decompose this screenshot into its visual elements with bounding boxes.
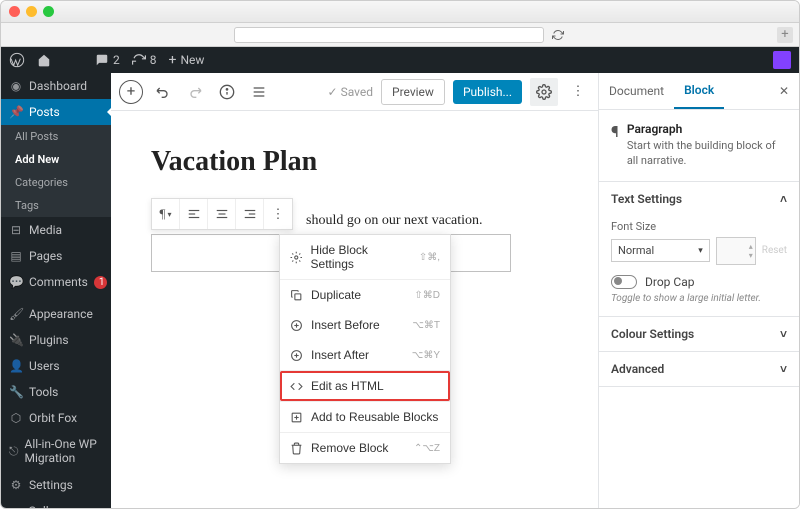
menu-comments[interactable]: 💬Comments1 [1,269,111,295]
adminbar-comments-count: 2 [113,53,120,67]
menu-users[interactable]: 👤Users [1,353,111,379]
pages-icon: ▤ [9,249,23,263]
dd-reusable[interactable]: Add to Reusable Blocks [280,402,450,432]
plug-icon: 🔌 [9,333,23,347]
block-desc-label: Start with the building block of all nar… [627,138,787,169]
menu-plugins[interactable]: 🔌Plugins [1,327,111,353]
wrench-icon: 🔧 [9,385,23,399]
menu-settings[interactable]: ⚙Settings [1,472,111,498]
block-options-dropdown: Hide Block Settings⇧⌘, Duplicate⇧⌘D Inse… [279,234,451,464]
tab-block[interactable]: Block [674,73,724,109]
dd-duplicate[interactable]: Duplicate⇧⌘D [280,280,450,310]
home-icon[interactable] [37,53,51,67]
font-size-select[interactable]: Normal▾ [611,239,710,262]
menu-dashboard-label: Dashboard [29,79,87,93]
adminbar-updates[interactable]: 8 [132,53,157,67]
menu-posts-label: Posts [29,105,60,119]
user-avatar[interactable] [773,51,791,69]
chevron-down-icon: ˅ [780,327,787,341]
media-icon: ⊟ [9,223,23,237]
drop-cap-toggle[interactable] [611,275,637,289]
saved-indicator: ✓ Saved [328,85,374,99]
mac-titlebar [1,1,799,23]
chevron-down-icon: ▾ [698,246,703,256]
close-window-button[interactable] [9,6,20,17]
section-text-settings[interactable]: Text Settings˄ [599,182,799,216]
settings-sidebar: Document Block ✕ ¶ Paragraph Start with … [599,73,799,508]
url-bar[interactable] [234,27,544,43]
submenu-categories[interactable]: Categories [1,171,111,194]
menu-dashboard[interactable]: ◉ Dashboard [1,73,111,99]
more-menu-button[interactable]: ⋮ [566,80,590,104]
settings-toggle-button[interactable] [530,78,558,106]
comments-badge: 1 [94,276,107,289]
font-size-number[interactable]: ▴▾ [716,237,756,265]
block-name-label: Paragraph [627,122,787,136]
users-icon: 👤 [9,359,23,373]
dd-hide-settings[interactable]: Hide Block Settings⇧⌘, [280,235,450,279]
info-button[interactable] [215,80,239,104]
sliders-icon: ⚙ [9,478,23,492]
menu-media[interactable]: ⊟Media [1,217,111,243]
menu-appearance[interactable]: 🖌Appearance [1,301,111,327]
reset-button[interactable]: Reset [762,245,787,256]
align-center-button[interactable] [208,199,236,229]
fox-icon: ⬡ [9,411,23,425]
menu-posts[interactable]: 📌 Posts [1,99,111,125]
new-tab-button[interactable]: + [777,27,793,43]
redo-button[interactable] [183,80,207,104]
migration-icon: ⎋ [9,444,19,459]
editor-canvas[interactable]: Vacation Plan ¶ ▾ ⋮ should go on our nex… [111,111,598,508]
admin-sidebar: ◉ Dashboard 📌 Posts All Posts Add New Cate… [1,73,111,508]
menu-tools[interactable]: 🔧Tools [1,379,111,405]
menu-migration[interactable]: ⎋All-in-One WP Migration [1,431,111,472]
refresh-icon[interactable] [550,27,566,43]
pin-icon: 📌 [9,105,23,119]
wp-logo-icon[interactable] [9,52,25,68]
adminbar-new-label: New [180,53,204,67]
block-toolbar: ¶ ▾ ⋮ [151,198,293,230]
align-right-button[interactable] [236,199,264,229]
block-more-button[interactable]: ⋮ [264,199,292,229]
paragraph-icon: ¶ [611,122,619,169]
undo-button[interactable] [151,80,175,104]
wp-admin-bar: 2 8 + New [1,47,799,73]
dd-insert-after[interactable]: Insert After⌥⌘Y [280,340,450,370]
drop-cap-hint: Toggle to show a large initial letter. [611,293,787,304]
menu-orbit-fox[interactable]: ⬡Orbit Fox [1,405,111,431]
chevron-up-icon: ˄ [780,192,787,206]
publish-button[interactable]: Publish... [453,80,522,104]
minimize-window-button[interactable] [26,6,37,17]
maximize-window-button[interactable] [43,6,54,17]
chevron-down-icon: ˅ [780,362,787,376]
add-block-button[interactable]: + [119,80,143,104]
preview-button[interactable]: Preview [381,79,445,105]
menu-collapse[interactable]: ◀Collapse menu [1,498,111,508]
close-panel-button[interactable]: ✕ [769,76,799,106]
comments-icon: 💬 [9,275,23,289]
outline-button[interactable] [247,80,271,104]
menu-pages[interactable]: ▤Pages [1,243,111,269]
font-size-label: Font Size [611,220,787,233]
dd-insert-before[interactable]: Insert Before⌥⌘T [280,310,450,340]
dd-remove[interactable]: Remove Block⌃⌥Z [280,433,450,463]
dashboard-icon: ◉ [9,79,23,93]
submenu-add-new[interactable]: Add New [1,148,111,171]
submenu-all-posts[interactable]: All Posts [1,125,111,148]
browser-toolbar: + [1,23,799,47]
adminbar-new[interactable]: + New [169,52,205,68]
tab-document[interactable]: Document [599,74,674,108]
dd-edit-html[interactable]: Edit as HTML [280,371,450,401]
align-left-button[interactable] [180,199,208,229]
section-advanced[interactable]: Advanced˅ [599,352,799,386]
adminbar-comments[interactable]: 2 [95,53,120,67]
editor-toolbar: + ✓ Saved Preview Publish... ⋮ [111,73,598,111]
brush-icon: 🖌 [9,307,23,321]
drop-cap-label: Drop Cap [645,275,694,289]
section-colour-settings[interactable]: Colour Settings˅ [599,317,799,351]
post-title[interactable]: Vacation Plan [151,146,558,178]
submenu-tags[interactable]: Tags [1,194,111,217]
adminbar-updates-count: 8 [150,53,157,67]
block-type-switcher[interactable]: ¶ ▾ [152,199,180,229]
